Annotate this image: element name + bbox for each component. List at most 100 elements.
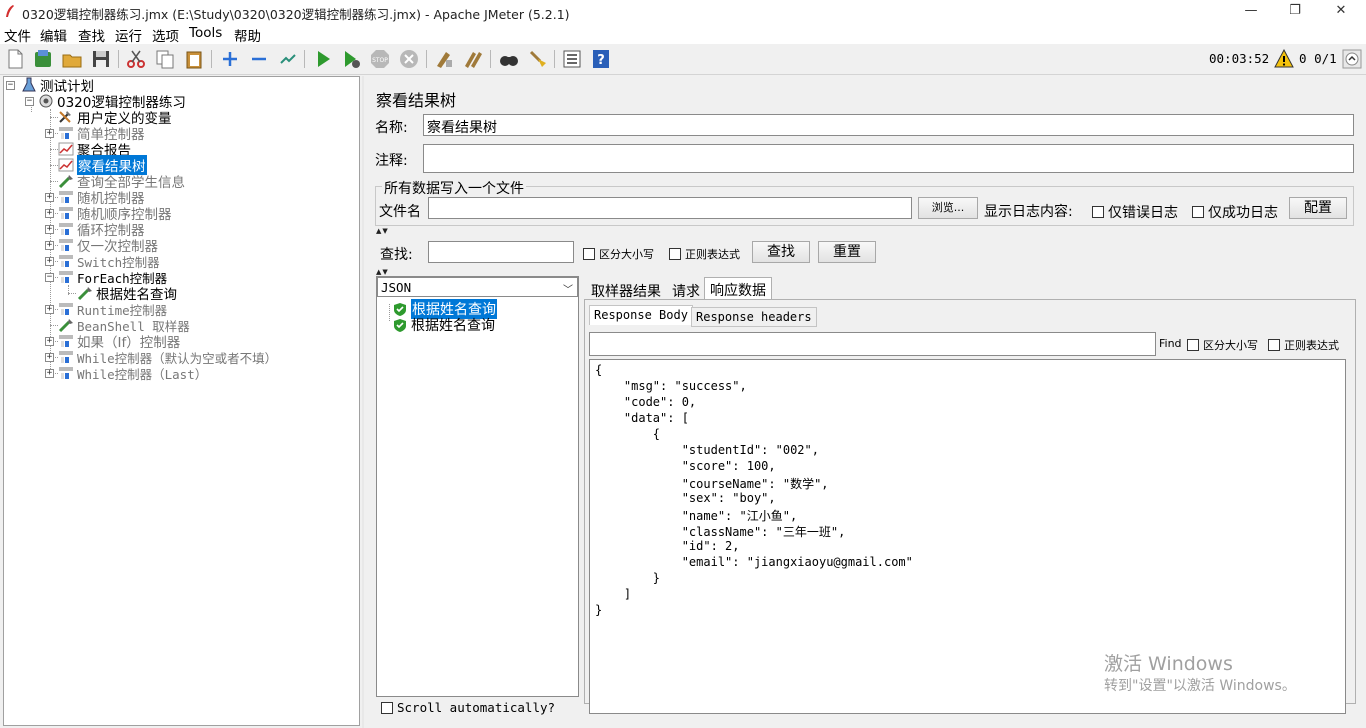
name-field[interactable]: 察看结果树	[423, 114, 1354, 136]
cut-icon[interactable]	[125, 48, 147, 70]
reset-button[interactable]: 重置	[818, 241, 876, 263]
tree-toggle[interactable]: +	[45, 129, 54, 138]
success-only-checkbox[interactable]: 仅成功日志	[1192, 202, 1278, 222]
menu-search[interactable]: 查找	[78, 25, 105, 45]
sample-item[interactable]: 根据姓名查询	[393, 315, 495, 335]
open-icon[interactable]	[61, 48, 83, 70]
configure-button[interactable]: 配置	[1289, 197, 1347, 219]
find-case-checkbox[interactable]: 区分大小写	[1187, 337, 1258, 353]
renderer-value: JSON	[381, 280, 412, 295]
copy-icon[interactable]	[154, 48, 176, 70]
tree-toggle[interactable]: +	[45, 209, 54, 218]
search-icon[interactable]	[498, 48, 520, 70]
filename-field[interactable]	[428, 197, 912, 219]
tree-toggle[interactable]: +	[45, 369, 54, 378]
tree-toggle[interactable]: +	[45, 241, 54, 250]
collapse-icon[interactable]	[248, 48, 270, 70]
comment-field[interactable]	[423, 144, 1354, 173]
controller-icon	[57, 253, 77, 269]
browse-button[interactable]: 浏览...	[918, 197, 978, 219]
menu-options[interactable]: 选项	[152, 25, 179, 45]
renderer-select[interactable]: JSON ﹀	[377, 277, 578, 297]
find-regex-checkbox[interactable]: 正则表达式	[1268, 337, 1339, 353]
templates-icon[interactable]	[32, 48, 54, 70]
search-field[interactable]	[428, 241, 574, 263]
response-line: "sex": "boy",	[595, 491, 776, 505]
tree-toggle[interactable]: +	[45, 225, 54, 234]
collapse-grip-2[interactable]: ▲▼	[376, 268, 389, 276]
save-icon[interactable]	[90, 48, 112, 70]
case-sensitive-checkbox[interactable]: 区分大小写	[583, 246, 654, 262]
window-title: 0320逻辑控制器练习.jmx (E:\Study\0320\0320逻辑控制器…	[22, 7, 570, 22]
paste-icon[interactable]	[183, 48, 205, 70]
response-line: "studentId": "002",	[595, 443, 819, 457]
tree-toggle-root[interactable]: −	[6, 81, 15, 90]
scroll-auto-label: Scroll automatically?	[397, 700, 556, 715]
find-case-label: 区分大小写	[1203, 339, 1258, 352]
search-button[interactable]: 查找	[752, 241, 810, 263]
controller-icon	[57, 349, 77, 365]
menu-tools[interactable]: Tools	[189, 25, 222, 41]
toggle-icon[interactable]	[277, 48, 299, 70]
controller-icon	[57, 301, 77, 317]
find-label: Find	[1159, 337, 1182, 350]
tree-toggle[interactable]: +	[45, 305, 54, 314]
tree-toggle-plan[interactable]: −	[25, 97, 34, 106]
tab-request[interactable]: 请求	[666, 278, 706, 300]
comment-label: 注释:	[375, 153, 408, 169]
function-helper-icon[interactable]	[561, 48, 583, 70]
shutdown-icon[interactable]	[398, 48, 420, 70]
tree-toggle[interactable]: +	[45, 337, 54, 346]
scroll-auto-checkbox[interactable]: Scroll automatically?	[381, 700, 555, 715]
title-bar: 0320逻辑控制器练习.jmx (E:\Study\0320\0320逻辑控制器…	[0, 0, 1366, 24]
menu-edit[interactable]: 编辑	[40, 25, 67, 45]
controller-icon	[57, 189, 77, 205]
clear-icon[interactable]	[433, 48, 455, 70]
response-find-field[interactable]	[589, 332, 1156, 356]
thread-group-icon	[39, 94, 53, 108]
subtab-response-body[interactable]: Response Body	[589, 305, 693, 325]
help-icon[interactable]: ?	[590, 48, 612, 70]
controller-icon	[57, 125, 77, 141]
tree-toggle[interactable]: +	[45, 353, 54, 362]
thread-counts: 0 0/1	[1299, 51, 1337, 66]
response-line: "courseName": "数学",	[595, 477, 829, 491]
reset-search-icon[interactable]	[527, 48, 549, 70]
controller-icon	[57, 221, 77, 237]
new-icon[interactable]	[4, 48, 26, 70]
response-line: }	[595, 571, 661, 585]
clear-all-icon[interactable]	[462, 48, 484, 70]
menu-file[interactable]: 文件	[4, 25, 31, 45]
tree-node[interactable]: While控制器（Last）	[57, 365, 207, 382]
errors-only-checkbox[interactable]: 仅错误日志	[1092, 202, 1178, 222]
response-line: "email": "jiangxiaoyu@gmail.com"	[595, 555, 913, 569]
regex-checkbox[interactable]: 正则表达式	[669, 246, 740, 262]
start-no-pause-icon[interactable]	[340, 48, 362, 70]
tab-response-data[interactable]: 响应数据	[704, 277, 772, 299]
tree-toggle[interactable]: −	[45, 273, 54, 282]
collapse-grip[interactable]: ▲▼	[376, 227, 389, 235]
elapsed-timer: 00:03:52	[1209, 51, 1270, 66]
graph-icon	[57, 157, 77, 173]
warning-icon[interactable]	[1274, 49, 1294, 69]
tab-sampler-result[interactable]: 取样器结果	[585, 278, 667, 300]
split-divider[interactable]	[362, 76, 364, 728]
svg-text:STOP: STOP	[372, 57, 388, 64]
response-line: "name": "江小鱼",	[595, 509, 798, 523]
subtab-response-headers[interactable]: Response headers	[691, 307, 817, 327]
response-line: }	[595, 603, 603, 617]
expand-icon[interactable]	[219, 48, 241, 70]
menu-help[interactable]: 帮助	[234, 25, 261, 45]
menu-run[interactable]: 运行	[115, 25, 142, 45]
close-button[interactable]: ✕	[1318, 0, 1364, 24]
restore-button[interactable]: ❐	[1272, 0, 1318, 24]
tree-toggle[interactable]: +	[45, 257, 54, 266]
start-icon[interactable]	[312, 48, 334, 70]
name-label: 名称:	[375, 120, 408, 136]
minimize-button[interactable]: —	[1228, 0, 1274, 24]
log-viewer-icon[interactable]	[1341, 48, 1363, 70]
pipette-icon	[57, 317, 77, 333]
log-content-label: 显示日志内容:	[984, 204, 1073, 220]
stop-icon[interactable]: STOP	[369, 48, 391, 70]
tree-toggle[interactable]: +	[45, 193, 54, 202]
